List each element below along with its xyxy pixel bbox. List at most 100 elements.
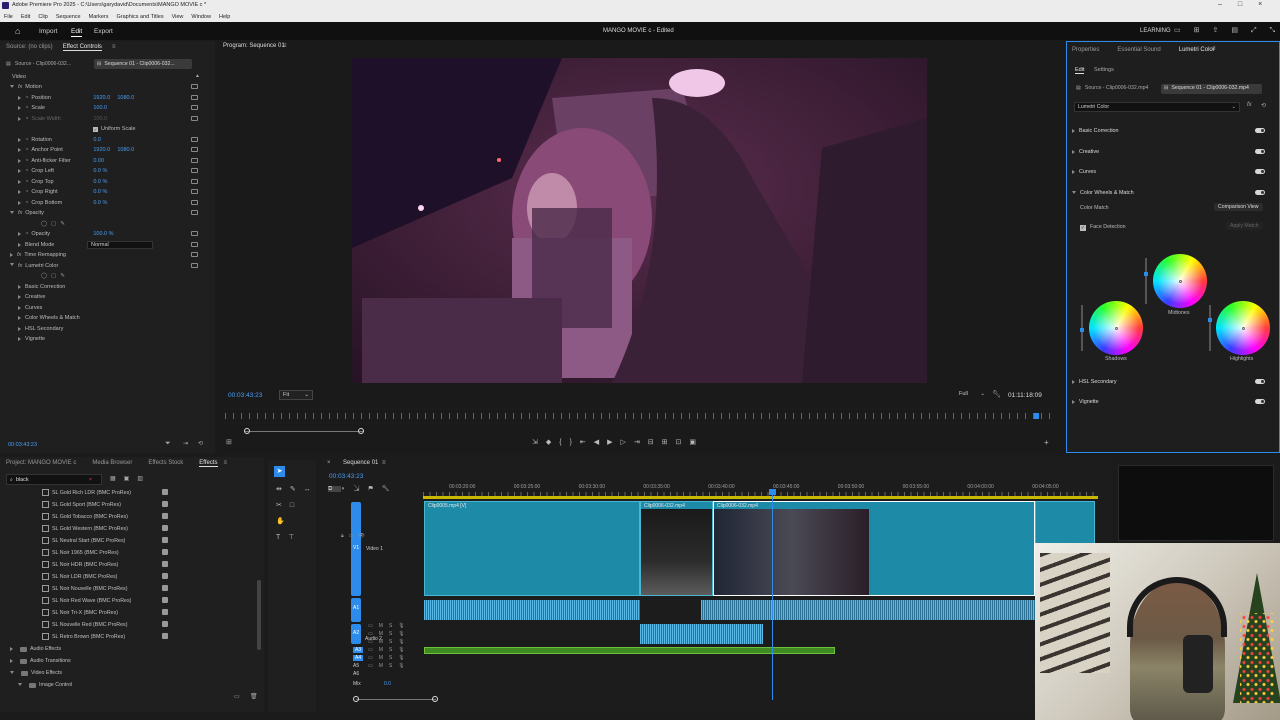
wrench-icon[interactable]: 🔧︎ xyxy=(992,390,1001,398)
preset-item[interactable]: SL Gold Western (BMC ProRes) xyxy=(42,523,128,534)
reset-icon[interactable] xyxy=(191,241,198,247)
reset-icon[interactable] xyxy=(191,84,198,89)
program-timecode[interactable]: 00:03:43:23 xyxy=(228,392,262,399)
reset-icon[interactable] xyxy=(191,210,198,215)
midtones-wheel[interactable] xyxy=(1153,254,1207,308)
highlights-handle[interactable] xyxy=(1241,326,1245,330)
menu-window[interactable]: Window xyxy=(191,14,211,20)
clip-v1-clip0005[interactable]: Clip0005.mp4 [V] xyxy=(424,501,640,596)
expand-arrow-icon[interactable] xyxy=(18,169,21,173)
lumetri-effect-dropdown[interactable]: Lumetri Color ⌄ xyxy=(1074,102,1240,112)
effect-controls-timecode[interactable]: 00:03:43:23 xyxy=(8,442,37,448)
effect-row[interactable]: ◔ Crop Left 0.0 % xyxy=(10,166,205,176)
effect-row[interactable]: Vignette xyxy=(10,334,205,344)
stopwatch-icon[interactable]: ◔ xyxy=(25,168,28,174)
expand-arrow-icon[interactable] xyxy=(18,179,21,184)
reset-icon[interactable] xyxy=(191,105,198,110)
effect-value[interactable]: 100.0 xyxy=(93,116,117,122)
stopwatch-icon[interactable]: ◔ xyxy=(25,147,28,153)
expand-arrow-icon[interactable] xyxy=(18,190,21,194)
timeline-tool-icons[interactable]: ⧉◗⇲⚑🔧︎ xyxy=(328,485,398,493)
filter-icon[interactable]: ⏷ xyxy=(165,440,171,448)
preset-item[interactable]: SL Noir LDR (BMC ProRes) xyxy=(42,571,117,582)
preset-item[interactable]: SL Noir Red Wave (BMC ProRes) xyxy=(42,595,131,606)
expand-arrow-icon[interactable] xyxy=(18,316,21,320)
shadows-wheel[interactable] xyxy=(1089,301,1143,355)
effect-row[interactable]: ◔ Crop Top 0.0 % xyxy=(10,177,205,187)
expand-arrow-icon[interactable] xyxy=(10,253,13,257)
menu-edit[interactable]: Edit xyxy=(21,14,30,20)
reset-icon[interactable] xyxy=(191,252,198,257)
expand-arrow-icon[interactable] xyxy=(18,95,21,100)
stopwatch-icon[interactable]: ◔ xyxy=(25,200,28,206)
tab-export[interactable]: Export xyxy=(94,28,113,35)
stopwatch-icon[interactable]: ◔ xyxy=(25,95,28,101)
effect-value-2[interactable]: 1080.0 xyxy=(117,147,141,153)
settings-icon[interactable]: ⊞ xyxy=(226,438,232,446)
fit-dropdown[interactable]: Fit ⌄ xyxy=(279,390,313,400)
effect-row[interactable]: ◔ Scale 100.0 xyxy=(10,103,205,113)
preset-item[interactable]: SL Nouvelle Red (BMC ProRes) xyxy=(42,619,127,630)
audio-clip-a3[interactable] xyxy=(424,647,835,654)
effect-row[interactable]: ◔ Position 1920.0 1080.0 xyxy=(10,93,205,103)
mask-shape-icons[interactable]: ◯▢✎ xyxy=(41,273,69,279)
expand-arrow-icon[interactable] xyxy=(1072,129,1075,133)
program-monitor-title[interactable]: Program: Sequence 01 xyxy=(223,43,285,49)
folder-item[interactable]: Audio Effects xyxy=(10,644,61,654)
reset-icon[interactable] xyxy=(191,115,198,121)
playhead-head[interactable] xyxy=(769,489,776,495)
effect-row[interactable]: Color Wheels & Match xyxy=(10,313,205,323)
preset-item[interactable]: SL Gold Rich LDR (BMC ProRes) xyxy=(42,487,131,498)
expand-arrow-icon[interactable] xyxy=(1072,150,1075,154)
preset-item[interactable]: SL Gold Sport (BMC ProRes) xyxy=(42,499,121,510)
lumetri-section-header[interactable]: Basic Correction xyxy=(1072,126,1270,136)
reset-icon[interactable]: ⟲ xyxy=(1261,102,1266,109)
sequence-clip-tab[interactable]: ⊟ Sequence 01 - Clip0006-032... xyxy=(94,59,192,69)
tab-effects-stock[interactable]: Effects Stock xyxy=(148,460,183,466)
expand-arrow-icon[interactable] xyxy=(18,200,21,205)
reset-icon[interactable] xyxy=(191,199,198,205)
tab-essential-sound[interactable]: Essential Sound xyxy=(1117,47,1160,53)
highlights-slider[interactable] xyxy=(1208,305,1212,351)
effect-row[interactable]: ◔ Anchor Point 1920.0 1080.0 xyxy=(10,145,205,155)
audio-clip-a1-right[interactable] xyxy=(701,600,1035,620)
midtones-slider[interactable] xyxy=(1144,258,1148,304)
effect-row[interactable]: fx Time Remapping xyxy=(10,250,205,260)
effect-value[interactable]: 1920.0 xyxy=(93,95,117,101)
shadows-slider-thumb[interactable] xyxy=(1080,328,1084,332)
source-clip-tab[interactable]: ▤ Source - Clip0006-032... xyxy=(6,59,90,69)
effect-value[interactable]: 100.0 % xyxy=(93,231,117,237)
expand-arrow-icon[interactable] xyxy=(10,659,13,663)
comparison-view-button[interactable]: Comparison View xyxy=(1214,203,1263,211)
delete-icon[interactable]: 🗑︎ xyxy=(250,693,258,700)
lumetri-section-header[interactable]: HSL Secondary xyxy=(1072,377,1270,387)
lumetri-section-header[interactable]: Color Wheels & Match xyxy=(1072,188,1270,198)
effect-value[interactable]: 100.0 xyxy=(93,105,117,111)
tab-properties[interactable]: Properties xyxy=(1072,47,1099,53)
subtab-edit[interactable]: Edit xyxy=(1075,67,1085,74)
stopwatch-icon[interactable]: ◔ xyxy=(25,189,28,195)
header-icons[interactable]: ▭⊞⇪▤⤢⤡ xyxy=(1174,26,1280,35)
preset-item[interactable]: SL Noir HDR (BMC ProRes) xyxy=(42,559,118,570)
project-menu-icon[interactable]: ≡ xyxy=(224,460,228,466)
section-toggle[interactable] xyxy=(1255,379,1265,384)
fx-icon[interactable]: fx xyxy=(1247,102,1252,108)
effect-row[interactable]: ◔ Opacity 100.0 % xyxy=(10,229,205,239)
timeline-zoom-left[interactable] xyxy=(353,696,359,702)
menu-clip[interactable]: Clip xyxy=(38,14,47,20)
effect-value[interactable]: 0.0 % xyxy=(93,179,117,185)
program-menu-icon[interactable]: ≡ xyxy=(283,43,287,49)
mix-value[interactable]: 0.0 xyxy=(384,681,391,687)
preset-item[interactable]: SL Gold Tobacco (BMC ProRes) xyxy=(42,511,128,522)
effect-row[interactable]: HSL Secondary xyxy=(10,324,205,334)
effect-row[interactable]: ◔ Crop Right 0.0 % xyxy=(10,187,205,197)
audio-clip-a2[interactable] xyxy=(640,624,763,644)
uniform-scale-checkbox[interactable]: ✓ xyxy=(93,126,98,132)
mask-shape-icons[interactable]: ◯▢✎ xyxy=(41,221,69,227)
panel-menu-icon[interactable]: ≡ xyxy=(112,44,116,50)
home-icon[interactable]: ⌂ xyxy=(15,26,20,36)
shadows-slider[interactable] xyxy=(1080,305,1084,351)
midtones-slider-thumb[interactable] xyxy=(1144,272,1148,276)
expand-arrow-icon[interactable] xyxy=(1072,190,1076,196)
timeline-timecode[interactable]: 00:03:43:23 xyxy=(329,473,363,480)
